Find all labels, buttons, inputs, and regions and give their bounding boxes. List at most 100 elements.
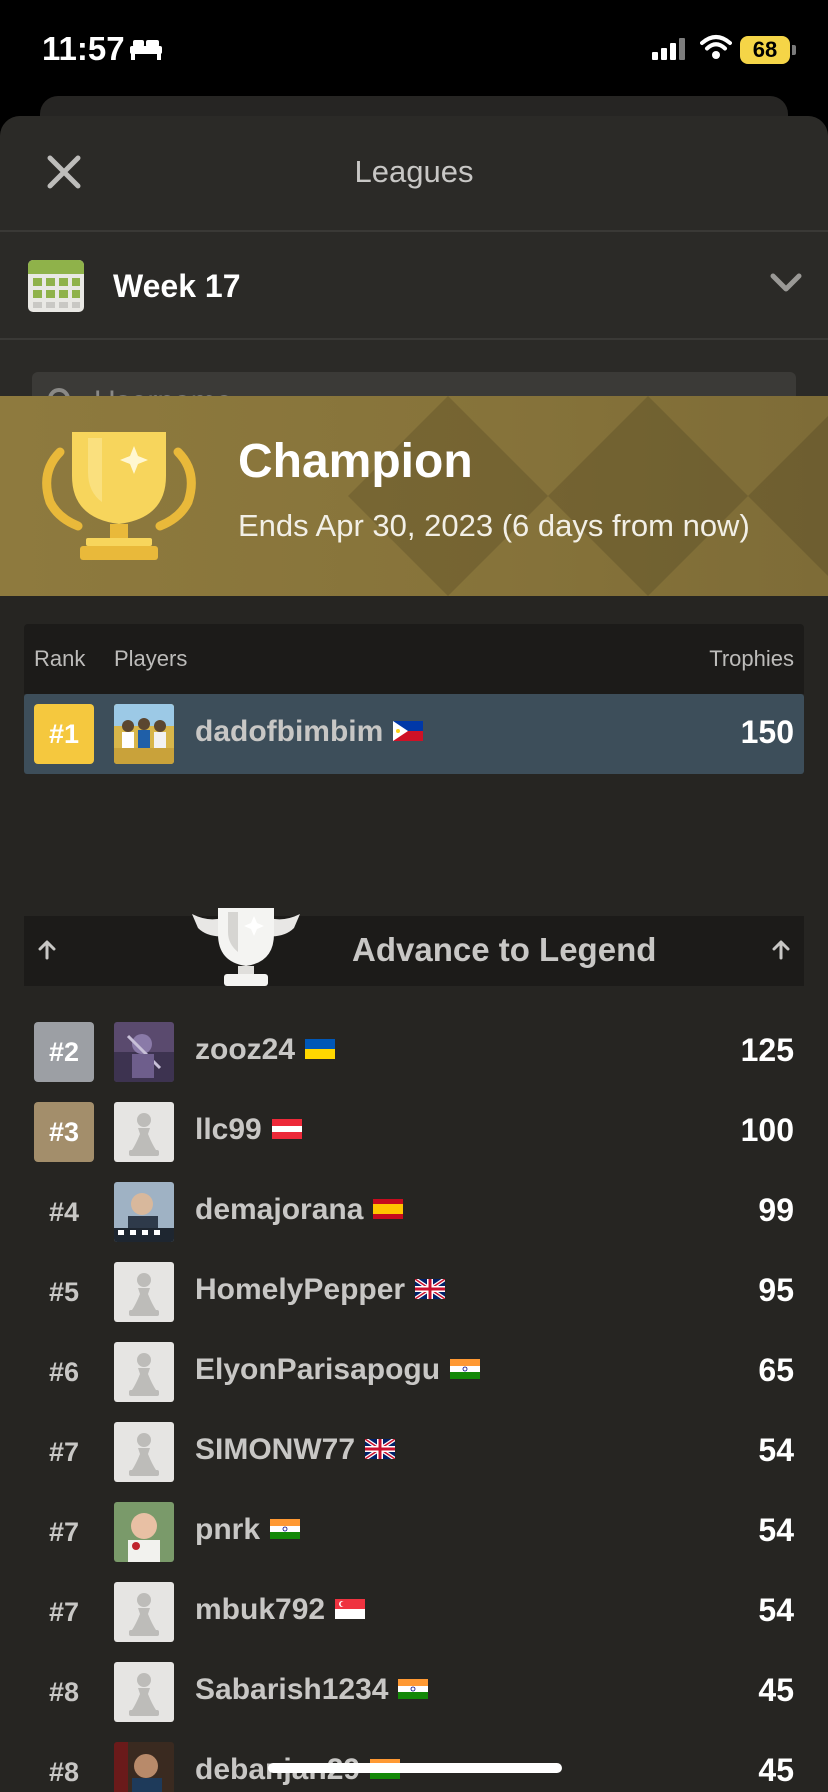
player-name-text: demajorana — [195, 1193, 364, 1226]
bed-icon — [130, 40, 162, 60]
player-name-text: HomelyPepper — [195, 1273, 406, 1306]
week-selector[interactable]: Week 17 — [0, 232, 828, 340]
table-row[interactable]: #6 ElyonParisapogu 65 — [24, 1332, 804, 1412]
page-title: Leagues — [354, 154, 474, 189]
table-row[interactable]: #8 Sabarish1234 45 — [24, 1652, 804, 1732]
avatar — [114, 1102, 174, 1162]
player-name-text: pnrk — [195, 1513, 261, 1546]
player-name[interactable]: HomelyPepper — [195, 1273, 446, 1307]
india-flag-icon — [270, 1518, 301, 1539]
avatar — [114, 1742, 174, 1792]
rank-badge: #7 — [48, 1437, 80, 1467]
rank-badge: #8 — [48, 1677, 80, 1707]
rank-badge: #1 — [34, 704, 94, 764]
promotion-divider: Advance to Legend — [24, 908, 804, 986]
week-label: Week 17 — [113, 268, 241, 304]
trophy-count: 99 — [758, 1192, 794, 1228]
trophy-count: 150 — [740, 714, 794, 750]
player-name-text: SIMONW77 — [195, 1433, 356, 1466]
player-name-text: llc99 — [195, 1113, 262, 1146]
austria-flag-icon — [271, 1118, 302, 1139]
uk-flag-icon — [365, 1438, 396, 1459]
status-time: 11:57 — [42, 30, 125, 67]
avatar — [114, 1022, 174, 1082]
player-name-text: dadofbimbim — [195, 715, 384, 748]
player-name[interactable]: pnrk — [195, 1513, 301, 1547]
trophy-count: 54 — [758, 1592, 794, 1628]
battery-indicator: 68 — [740, 36, 790, 64]
player-name-text: ElyonParisapogu — [195, 1353, 441, 1386]
philippines-flag-icon — [393, 720, 424, 741]
avatar — [114, 1502, 174, 1562]
player-name[interactable]: zooz24 — [195, 1033, 336, 1067]
status-bar: 11:57 68 — [0, 0, 828, 100]
india-flag-icon — [398, 1678, 429, 1699]
trophy-count: 45 — [758, 1672, 794, 1708]
trophy-count: 125 — [740, 1032, 794, 1068]
arrow-up-icon — [772, 940, 790, 960]
battery-tip — [792, 45, 796, 55]
table-row[interactable]: #5 HomelyPepper 95 — [24, 1252, 804, 1332]
player-name[interactable]: dadofbimbim — [195, 715, 424, 749]
calendar-icon — [28, 260, 84, 312]
uk-flag-icon — [415, 1278, 446, 1299]
trophy-count: 54 — [758, 1512, 794, 1548]
avatar — [114, 704, 174, 764]
player-name[interactable]: mbuk792 — [195, 1593, 366, 1627]
table-row[interactable]: #3 llc99 100 — [24, 1092, 804, 1172]
avatar — [114, 1422, 174, 1482]
rank-badge: #6 — [48, 1357, 80, 1387]
table-row[interactable]: #7 SIMONW77 54 — [24, 1412, 804, 1492]
cellular-signal-icon — [652, 38, 685, 60]
rank-badge: #7 — [48, 1517, 80, 1547]
advance-label: Advance to Legend — [352, 931, 657, 968]
ukraine-flag-icon — [305, 1038, 336, 1059]
table-row[interactable]: #7 mbuk792 54 — [24, 1572, 804, 1652]
banner-pattern — [348, 396, 828, 596]
league-banner: Champion Ends Apr 30, 2023 (6 days from … — [0, 396, 828, 596]
trophies-column-header: Trophies — [709, 646, 794, 671]
player-name[interactable]: Sabarish1234 — [195, 1673, 429, 1707]
legend-trophy-icon — [192, 908, 300, 986]
trophy-count: 54 — [758, 1432, 794, 1468]
player-name[interactable]: SIMONW77 — [195, 1433, 396, 1467]
rank-badge: #8 — [48, 1757, 80, 1787]
home-indicator[interactable] — [268, 1763, 562, 1773]
table-row[interactable]: #2 zooz24 125 — [24, 1012, 804, 1092]
rank-badge: #5 — [48, 1277, 80, 1307]
table-header: Rank Players Trophies — [24, 624, 804, 694]
rank-badge: #7 — [48, 1597, 80, 1627]
rank-badge: #4 — [48, 1197, 80, 1227]
player-name[interactable]: llc99 — [195, 1113, 302, 1147]
table-row[interactable]: #8debanjan2945 — [24, 1732, 804, 1792]
wifi-icon — [700, 35, 732, 59]
arrow-up-icon — [38, 940, 56, 960]
chevron-down-icon — [770, 273, 802, 292]
india-flag-icon — [450, 1358, 481, 1379]
player-name[interactable]: demajorana — [195, 1193, 404, 1227]
rank-badge: #2 — [34, 1022, 94, 1082]
avatar — [114, 1182, 174, 1242]
avatar — [114, 1342, 174, 1402]
player-name[interactable]: ElyonParisapogu — [195, 1353, 481, 1387]
trophy-count: 65 — [758, 1352, 794, 1388]
trophy-count: 100 — [740, 1112, 794, 1148]
player-name-text: mbuk792 — [195, 1593, 326, 1626]
spain-flag-icon — [373, 1198, 404, 1219]
table-row[interactable]: #4 demajorana 99 — [24, 1172, 804, 1252]
sheet-header: Leagues — [0, 116, 828, 232]
players-column-header: Players — [114, 646, 188, 671]
trophy-count: 95 — [758, 1272, 794, 1308]
avatar — [114, 1582, 174, 1642]
table-row[interactable]: #7 pnrk 54 — [24, 1492, 804, 1572]
league-end-date: Ends Apr 30, 2023 (6 days from now) — [238, 508, 750, 543]
leader-row[interactable]: #1 dadofbimbim 150 — [24, 694, 804, 774]
avatar — [114, 1262, 174, 1322]
rank-column-header: Rank — [34, 646, 86, 671]
trophy-icon — [42, 432, 196, 560]
singapore-flag-icon — [335, 1598, 366, 1619]
league-title: Champion — [238, 435, 473, 488]
player-name-text: zooz24 — [195, 1033, 296, 1066]
avatar — [114, 1662, 174, 1722]
trophy-count: 45 — [758, 1752, 794, 1788]
